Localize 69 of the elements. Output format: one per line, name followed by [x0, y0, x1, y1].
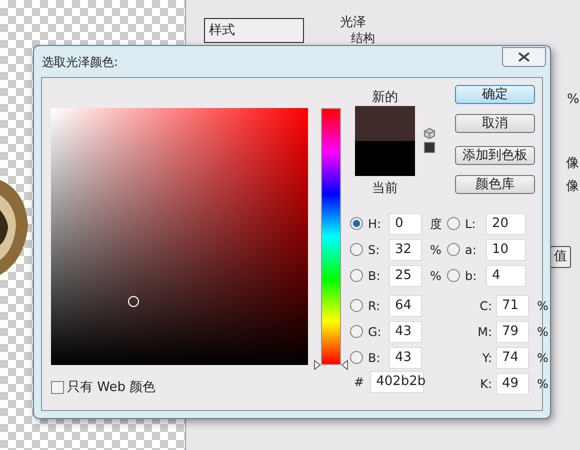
field-label: M: [476, 324, 492, 340]
dialog-button[interactable]: 添加到色板 [455, 146, 535, 165]
radio-button[interactable] [350, 217, 363, 230]
dialog-button[interactable]: 颜色库 [455, 175, 535, 194]
picker-cursor[interactable] [128, 296, 140, 307]
group-title: 结构 [351, 32, 375, 45]
field-label: Y: [481, 350, 492, 366]
unit-label: % [537, 324, 548, 340]
value-field[interactable]: 49 [496, 372, 529, 394]
value-field[interactable]: 25 [389, 264, 422, 286]
current-label: 当前 [372, 180, 398, 198]
value-field[interactable]: 64 [389, 294, 422, 316]
field-label: B: [368, 350, 382, 366]
radio-button[interactable] [447, 243, 460, 256]
field-label: S: [368, 242, 381, 258]
current-color-swatch [355, 141, 415, 176]
unit-label: % [430, 242, 442, 258]
value-field[interactable]: 10 [486, 238, 526, 260]
unit-label: 像 [566, 155, 579, 173]
unit-label: 像 [566, 178, 579, 196]
checkbox-label: 只有 Web 颜色 [67, 379, 156, 397]
value-field[interactable]: 79 [496, 320, 529, 342]
field-label: K: [479, 376, 492, 392]
dialog-title: 选取光泽颜色: [42, 54, 118, 70]
value-field[interactable]: 4 [486, 264, 526, 286]
dialog-button[interactable]: 取消 [455, 114, 535, 133]
value-field[interactable]: 20 [486, 212, 526, 234]
radio-button[interactable] [350, 299, 363, 312]
value-field[interactable]: 74 [496, 346, 529, 368]
value-field[interactable]: 402b2b [370, 370, 424, 392]
section-title: 光泽 [340, 15, 366, 30]
field-label: b: [465, 268, 478, 284]
radio-button[interactable] [350, 325, 363, 338]
value-field[interactable]: 0 [389, 212, 422, 234]
web-color-swatch [424, 142, 435, 153]
default-button[interactable]: 值 [550, 246, 571, 268]
radio-button[interactable] [447, 269, 460, 282]
radio-button[interactable] [350, 351, 363, 364]
color-field[interactable] [51, 108, 308, 365]
value-field[interactable]: 71 [496, 294, 529, 316]
unit-label: 度 [430, 216, 443, 232]
checkbox[interactable] [51, 381, 64, 394]
value-field[interactable]: 32 [389, 238, 422, 260]
unit-label: % [537, 298, 548, 314]
field-label: H: [368, 216, 382, 232]
unit-label: % [537, 350, 548, 366]
value-field[interactable]: 43 [389, 346, 422, 368]
radio-button[interactable] [447, 217, 460, 230]
radio-button[interactable] [350, 269, 363, 282]
cube-icon [424, 128, 435, 139]
new-color-swatch [355, 106, 415, 141]
field-label: a: [465, 242, 478, 258]
unit-label: % [537, 376, 548, 392]
unit-label: % [567, 91, 580, 109]
hex-label: # [354, 374, 364, 390]
dialog-button[interactable]: 确定 [455, 85, 535, 104]
radio-button[interactable] [350, 243, 363, 256]
unit-label: % [430, 268, 442, 284]
field-label: B: [368, 268, 382, 284]
field-label: L: [465, 216, 477, 232]
value-field[interactable]: 43 [389, 320, 422, 342]
new-label: 新的 [372, 89, 398, 106]
field-label: C: [478, 298, 492, 314]
hue-slider-handle[interactable] [314, 360, 348, 370]
close-icon [518, 52, 530, 62]
style-list-item[interactable]: 样式 [204, 18, 304, 43]
field-label: R: [368, 298, 382, 314]
field-label: G: [368, 324, 382, 340]
close-button[interactable] [502, 46, 546, 66]
